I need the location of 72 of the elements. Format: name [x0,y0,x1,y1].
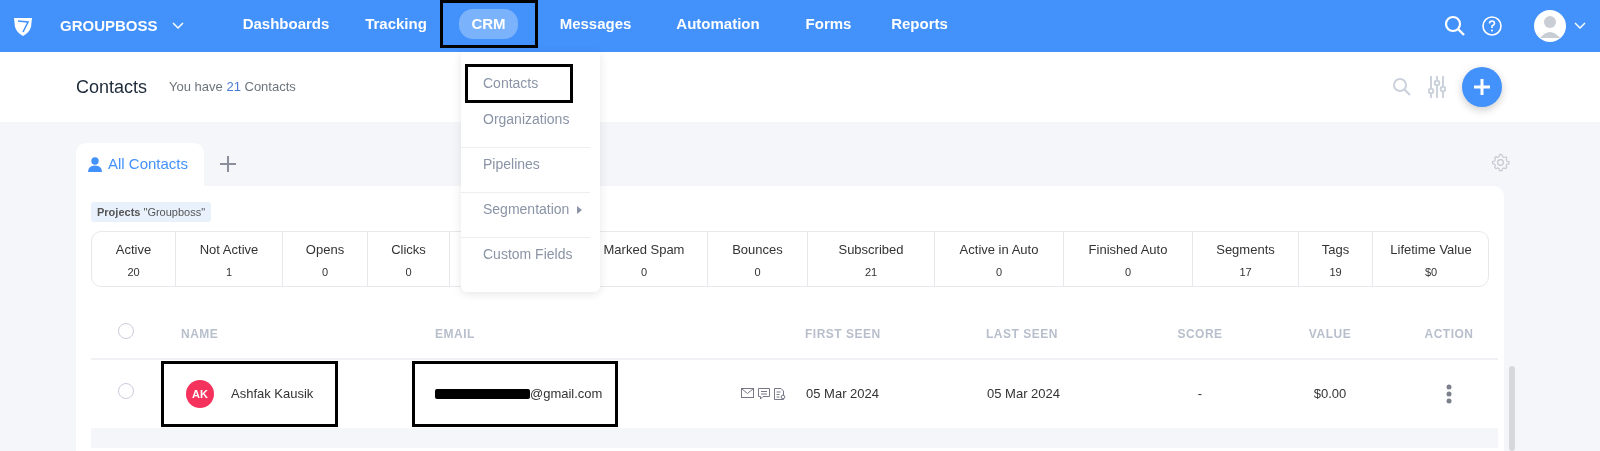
message-icon[interactable] [758,388,770,400]
nav-tab[interactable]: Forms [793,8,864,40]
menu-item[interactable]: Segmentation [461,193,590,238]
filter-tag[interactable]: Projects "Groupboss" [91,201,212,222]
date-text: 05 Mar 2024 [806,386,879,402]
stat-value: 21 [863,264,879,280]
score-text: - [1197,386,1203,402]
menu-item[interactable]: Custom Fields [461,238,590,283]
stat-label: Marked Spam [602,241,686,259]
stat-value: 0 [320,264,330,280]
plus-icon [1473,78,1491,96]
help-icon[interactable] [1482,16,1502,36]
search-icon[interactable] [1444,15,1466,37]
chevron-down-icon[interactable] [1574,22,1586,30]
nav-tab[interactable]: Automation [664,8,772,40]
stat-label: Subscribed [837,241,905,259]
sliders-icon[interactable] [1428,75,1446,99]
column-header[interactable]: NAME [181,326,219,341]
stat-value: 0 [1123,264,1133,280]
stat-label: Tags [1320,241,1351,259]
initials-avatar: AK [186,380,214,408]
column-header[interactable]: EMAIL [435,326,475,341]
nav-tab[interactable]: Reports [879,8,960,40]
contact-name[interactable]: Ashfak Kausik [231,384,314,404]
stat-value: 20 [126,264,141,280]
nav-tab[interactable]: Messages [547,8,644,40]
add-button[interactable] [1462,67,1502,107]
chevron-down-icon[interactable] [171,22,184,30]
more-options-icon[interactable] [1446,384,1452,405]
stat-label: Segments [1215,241,1276,259]
stat-label: Active in Auto [958,241,1040,259]
stat-value: 0 [639,264,649,280]
stat-value: 0 [994,264,1004,280]
stat-value: 0 [753,264,762,280]
logo-icon[interactable] [12,15,34,37]
stat-value: 0 [404,264,413,280]
column-header[interactable]: SCORE [1177,326,1223,341]
stat-value: 19 [1328,264,1343,280]
stat-value: 17 [1238,264,1253,280]
stat-label: Bounces [731,241,784,259]
column-header[interactable]: FIRST SEEN [805,326,881,341]
stat-label: Not Active [198,241,260,259]
person-icon [88,156,102,172]
stat-label: Opens [304,241,346,259]
scrollbar[interactable] [1509,366,1515,451]
column-header[interactable]: ACTION [1424,326,1474,341]
stat-label: Clicks [390,241,427,259]
stat-label: Active [114,241,153,259]
nav-tab[interactable]: Dashboards [230,8,342,40]
list-tab[interactable]: All Contacts [76,143,205,186]
menu-item[interactable]: Contacts [465,64,573,103]
menu-item[interactable]: Pipelines [461,148,590,193]
menu-item[interactable]: Organizations [461,103,590,148]
add-tab-icon[interactable] [220,155,237,172]
nav-tab[interactable]: Tracking [353,8,439,40]
page-title: Contacts [76,75,148,99]
date-text: 05 Mar 2024 [987,386,1060,402]
submenu-arrow-icon [577,206,583,215]
workspace-name[interactable]: GROUPBOSS [60,14,158,38]
nav-tab[interactable]: CRM [459,8,518,40]
envelope-icon[interactable] [741,388,754,398]
value-text: $0.00 [1313,386,1347,402]
document-icon[interactable] [774,388,786,400]
stat-value: 1 [224,264,234,280]
column-header[interactable]: LAST SEEN [986,326,1058,341]
stat-label: Finished Auto [1087,241,1169,259]
contact-count-text: You have 21 Contacts [169,78,296,97]
column-header[interactable]: VALUE [1308,326,1352,341]
stat-value: $0 [1423,264,1439,280]
stat-label: Lifetime Value [1389,241,1473,259]
email-text: @gmail.com [530,385,603,404]
avatar-icon[interactable] [1534,10,1566,42]
